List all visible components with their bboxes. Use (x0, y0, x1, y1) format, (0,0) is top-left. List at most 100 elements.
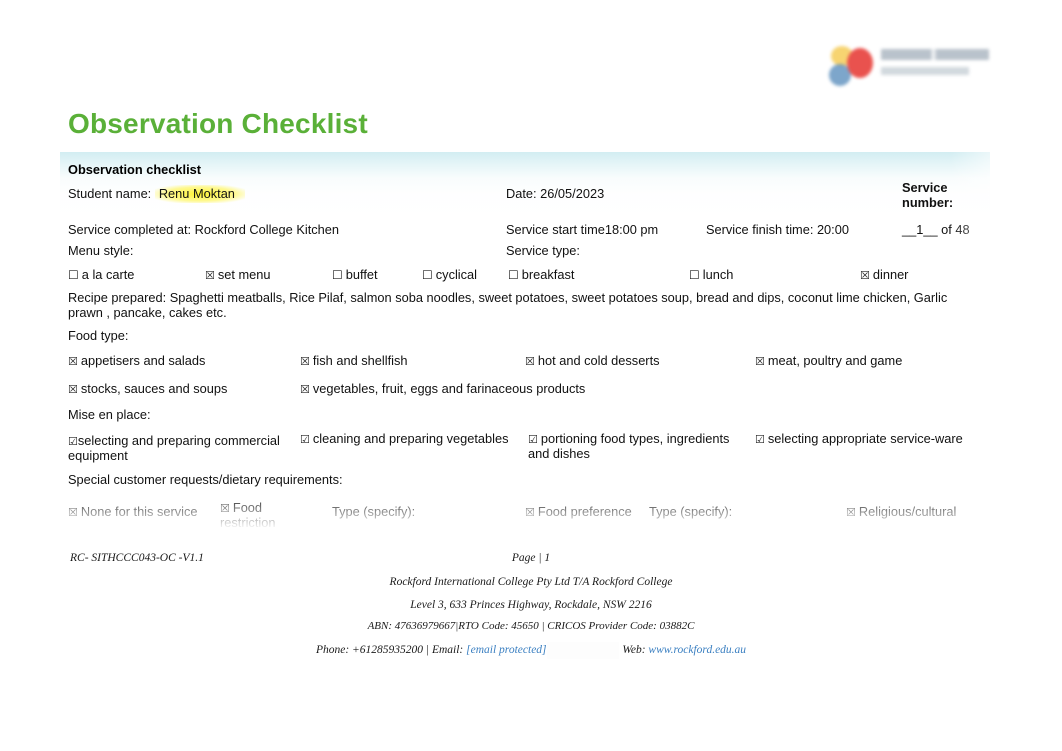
table-row: ☒ None for this service ☒ Food restriction… (60, 500, 990, 538)
footer-address: Level 3, 633 Princes Highway, Rockdale, … (410, 599, 652, 611)
checkbox-cross-icon[interactable]: ☒ (525, 356, 535, 368)
checkbox-cross-icon[interactable]: ☒ (220, 503, 230, 515)
table-row: ☑selecting and preparing commercial equi… (60, 431, 990, 467)
menu-style-option-set-menu[interactable]: ☒ set menu (205, 267, 271, 282)
menu-style-option-cyclical[interactable]: ☐ cyclical (422, 267, 477, 282)
special-request-type-specify-1[interactable]: Type (specify): (332, 504, 415, 519)
logo-red-shape (847, 48, 873, 78)
option-label: None for this service (80, 504, 198, 519)
student-name-label: Student name: (68, 186, 152, 201)
table-row: Menu style: Service type: (60, 243, 990, 265)
option-label: vegetables, fruit, eggs and farinaceous … (312, 381, 586, 396)
service-type-option-dinner[interactable]: ☒ dinner (860, 267, 908, 282)
date-cell: Date: 26/05/2023 (506, 186, 605, 201)
mise-en-place-option-selecting-commercial-equipment[interactable]: ☑selecting and preparing commercial equi… (68, 433, 283, 463)
observation-checklist-table: Observation checklist Student name: Renu… (60, 152, 990, 540)
logo-wordmark-primary (881, 49, 989, 60)
footer-web-link[interactable]: www.rockford.edu.au (648, 644, 746, 656)
special-request-type-specify-2[interactable]: Type (specify): (649, 504, 732, 519)
option-label: breakfast (521, 267, 575, 282)
footer-registration: ABN: 47636979667|RTO Code: 45650 | CRICO… (367, 620, 695, 632)
option-label: cleaning and preparing vegetables (312, 431, 509, 446)
table-row: ☒ appetisers and salads ☒ fish and shellfi… (60, 353, 990, 377)
service-start-cell: Service start time18:00 pm (506, 222, 659, 237)
special-request-option-food-restriction[interactable]: ☒ Food restriction (220, 500, 282, 530)
option-label: hot and cold desserts (537, 353, 660, 368)
option-label: Type (specify): (649, 504, 733, 519)
logo-mark-icon (829, 46, 873, 88)
checkbox-cross-icon[interactable]: ☒ (755, 356, 765, 368)
option-label: Religious/cultural (858, 504, 957, 519)
checkbox-cross-icon[interactable]: ☒ (68, 356, 78, 368)
option-label: buffet (345, 267, 378, 282)
special-request-option-none[interactable]: ☒ None for this service (68, 504, 198, 519)
footer-phone-label: Phone: +61285935200 | Email: (315, 644, 464, 656)
checkbox-cross-icon[interactable]: ☒ (68, 384, 78, 396)
student-name-cell: Student name: Renu Moktan (68, 185, 245, 203)
food-type-option-stocks-sauces-and-soups[interactable]: ☒ stocks, sauces and soups (68, 381, 227, 396)
checkbox-cross-icon[interactable]: ☒ (846, 507, 856, 519)
special-requests-label: Special customer requests/dietary requir… (68, 472, 343, 487)
table-row: ☐ a la carte ☒ set menu ☐ buffet ☐ cyclical … (60, 267, 990, 291)
service-number-value: __1__ of 48 (902, 222, 970, 237)
mise-en-place-option-portioning-food-types[interactable]: ☑ portioning food types, ingredients and … (528, 431, 743, 461)
checkbox-cross-icon[interactable]: ☒ (300, 356, 310, 368)
checkbox-cross-icon[interactable]: ☒ (860, 270, 870, 282)
service-type-label: Service type: (506, 243, 580, 258)
table-row: Recipe prepared: Spaghetti meatballs, Ri… (60, 290, 990, 324)
option-label: a la carte (81, 267, 135, 282)
footer-contact-line: Phone: +61285935200 | Email: [email prot… (0, 642, 1062, 659)
mise-en-place-option-cleaning-preparing-vegetables[interactable]: ☑ cleaning and preparing vegetables (300, 431, 530, 446)
option-label: Food preference (537, 504, 632, 519)
menu-style-option-a-la-carte[interactable]: ☐ a la carte (68, 267, 134, 282)
table-row: Special customer requests/dietary requir… (60, 472, 990, 494)
table-row: Student name: Renu Moktan Date: 26/05/20… (60, 180, 990, 220)
option-label: selecting appropriate service-ware (767, 431, 963, 446)
food-type-label: Food type: (68, 328, 129, 343)
footer-web-label: | Web: (616, 644, 646, 656)
checkbox-empty-icon[interactable]: ☐ (332, 269, 343, 281)
special-request-option-food-preference[interactable]: ☒ Food preference (525, 504, 632, 519)
table-row: Food type: (60, 328, 990, 350)
page-title: Observation Checklist (68, 108, 368, 139)
food-type-option-vegetables-fruit-eggs[interactable]: ☒ vegetables, fruit, eggs and farinaceous… (300, 381, 585, 396)
menu-style-option-buffet[interactable]: ☐ buffet (332, 267, 378, 282)
option-label: fish and shellfish (312, 353, 408, 368)
checkbox-cross-icon[interactable]: ☒ (205, 270, 215, 282)
checkbox-empty-icon[interactable]: ☐ (689, 269, 700, 281)
option-label: appetisers and salads (80, 353, 206, 368)
recipe-prepared-cell: Recipe prepared: Spaghetti meatballs, Ri… (68, 290, 948, 320)
logo-wordmark-secondary (881, 67, 969, 75)
service-completed-cell: Service completed at: Rockford College K… (68, 222, 340, 237)
option-label: stocks, sauces and soups (80, 381, 228, 396)
checkbox-tick-icon[interactable]: ☑ (68, 436, 78, 448)
option-label: cyclical (435, 267, 478, 282)
food-type-option-hot-and-cold-desserts[interactable]: ☒ hot and cold desserts (525, 353, 660, 368)
service-number-label: Service number: (902, 180, 954, 210)
section-heading: Observation checklist (68, 162, 201, 177)
option-label: dinner (872, 267, 909, 282)
checkbox-tick-icon[interactable]: ☑ (755, 434, 765, 446)
food-type-option-fish-and-shellfish[interactable]: ☒ fish and shellfish (300, 353, 407, 368)
service-type-option-breakfast[interactable]: ☐ breakfast (508, 267, 574, 282)
special-request-option-religious-cultural[interactable]: ☒ Religious/cultural (846, 504, 956, 519)
menu-style-label: Menu style: (68, 243, 134, 258)
checkbox-cross-icon[interactable]: ☒ (525, 507, 535, 519)
table-row: ☒ stocks, sauces and soups ☒ vegetables, f… (60, 381, 990, 405)
table-row: Mise en place: (60, 407, 990, 429)
mise-en-place-label: Mise en place: (68, 407, 151, 422)
footer-email-link[interactable]: [email protected] (466, 642, 620, 659)
checkbox-empty-icon[interactable]: ☐ (508, 269, 519, 281)
checkbox-cross-icon[interactable]: ☒ (300, 384, 310, 396)
rockford-college-logo (823, 40, 993, 95)
checkbox-tick-icon[interactable]: ☑ (528, 434, 538, 446)
option-label: Type (specify): (332, 504, 416, 519)
food-type-option-meat-poultry-and-game[interactable]: ☒ meat, poultry and game (755, 353, 902, 368)
mise-en-place-option-selecting-service-ware[interactable]: ☑ selecting appropriate service-ware (755, 431, 985, 446)
checkbox-empty-icon[interactable]: ☐ (68, 269, 79, 281)
service-type-option-lunch[interactable]: ☐ lunch (689, 267, 733, 282)
checkbox-tick-icon[interactable]: ☑ (300, 434, 310, 446)
checkbox-cross-icon[interactable]: ☒ (68, 507, 78, 519)
checkbox-empty-icon[interactable]: ☐ (422, 269, 433, 281)
food-type-option-appetisers-and-salads[interactable]: ☒ appetisers and salads (68, 353, 205, 368)
